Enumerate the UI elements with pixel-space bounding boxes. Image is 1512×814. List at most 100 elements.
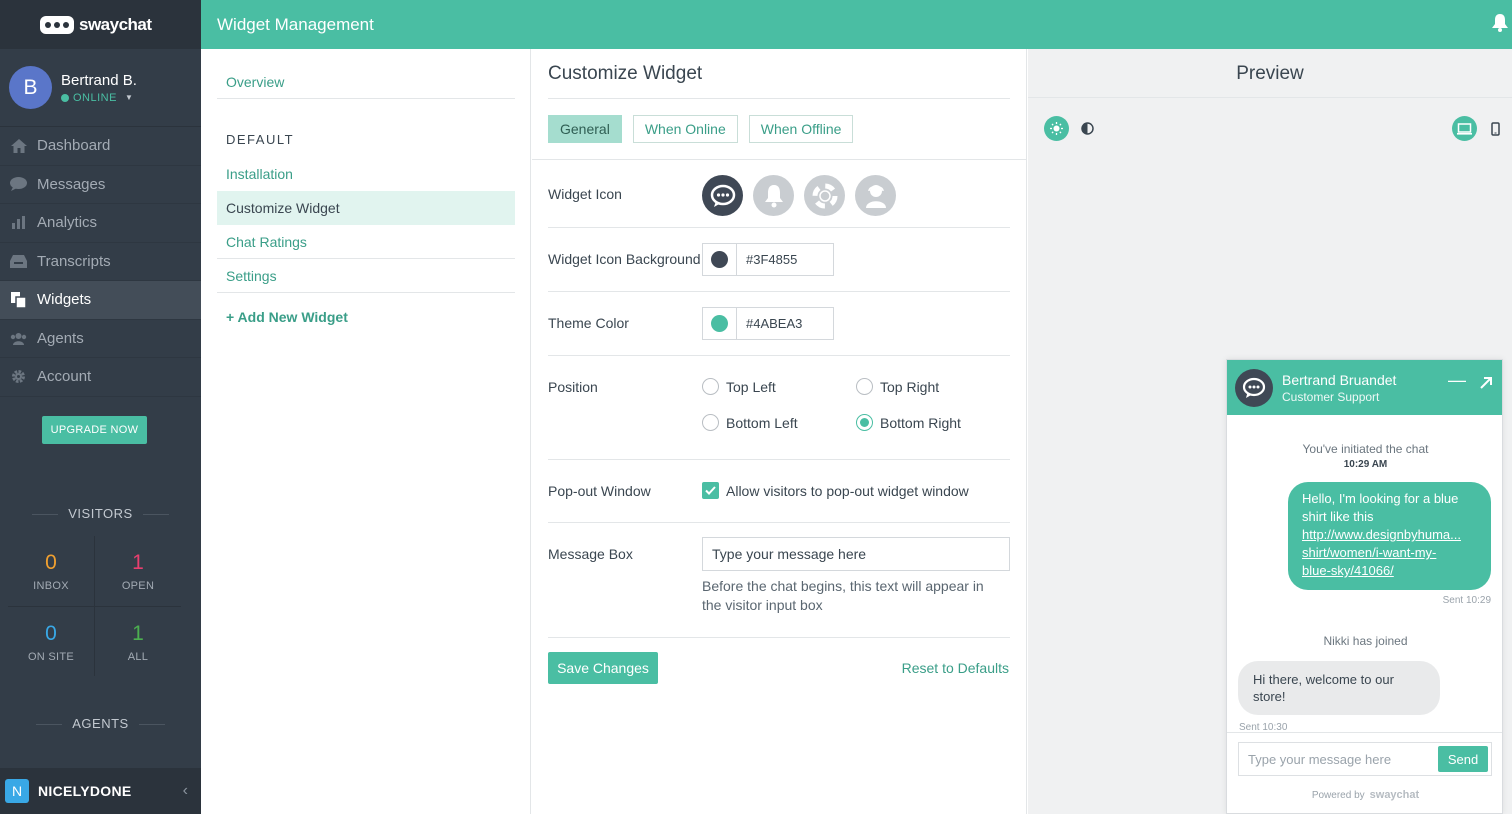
add-new-widget-link[interactable]: + Add New Widget — [217, 300, 515, 333]
divider — [217, 98, 515, 99]
user-name: Bertrand B. — [61, 71, 137, 89]
divider — [548, 291, 1010, 292]
popout-checkbox[interactable]: Allow visitors to pop-out widget window — [702, 482, 969, 499]
user-profile[interactable]: B Bertrand B. ONLINE ▼ — [0, 49, 201, 127]
nav-messages[interactable]: Messages — [0, 166, 201, 204]
bell-icon[interactable] — [1492, 14, 1508, 37]
radio-icon — [856, 378, 873, 395]
widget-nav-customize[interactable]: Customize Widget — [217, 191, 515, 225]
gear-icon — [10, 369, 27, 384]
divider — [548, 637, 1010, 638]
nav-label: Transcripts — [37, 252, 111, 270]
system-time: 10:29 AM — [1343, 459, 1388, 470]
status-label: ONLINE — [73, 91, 117, 104]
popout-label: Pop-out Window — [548, 483, 651, 499]
lifebuoy-icon[interactable] — [804, 175, 845, 216]
color-swatch — [711, 315, 728, 332]
agent-icon[interactable] — [855, 175, 896, 216]
icon-background-color-input[interactable]: #3F4855 — [702, 243, 834, 276]
nav-transcripts[interactable]: Transcripts — [0, 243, 201, 281]
message-link[interactable]: shirt/women/i-want-my- — [1302, 544, 1477, 562]
position-bottom-right[interactable]: Bottom Right — [856, 414, 961, 431]
radio-label: Top Left — [726, 378, 776, 395]
position-top-right[interactable]: Top Right — [856, 378, 939, 395]
status-dropdown[interactable]: ONLINE ▼ — [61, 92, 137, 104]
message-timestamp: Sent 10:29 — [1442, 595, 1491, 606]
stat-on-site[interactable]: 0 ON SITE — [8, 607, 94, 677]
desktop-preview-icon[interactable] — [1452, 116, 1477, 141]
team-switcher[interactable]: N NICELYDONE ‹ — [0, 768, 201, 814]
save-button[interactable]: Save Changes — [548, 652, 658, 684]
nav-agents[interactable]: Agents — [0, 320, 201, 358]
widget-nav-settings[interactable]: Settings — [217, 259, 515, 292]
color-swatch-picker[interactable] — [703, 244, 737, 275]
upgrade-button[interactable]: UPGRADE NOW — [42, 416, 147, 444]
reset-defaults-link[interactable]: Reset to Defaults — [902, 660, 1009, 676]
bell-icon[interactable] — [753, 175, 794, 216]
stat-all[interactable]: 1 ALL — [95, 607, 181, 677]
tab-when-offline[interactable]: When Offline — [748, 115, 854, 143]
widget-icon-label: Widget Icon — [548, 186, 622, 202]
message-link[interactable]: http://www.designbyhuma... — [1302, 526, 1477, 544]
position-bottom-left[interactable]: Bottom Left — [702, 414, 798, 431]
stat-label: OPEN — [121, 580, 155, 592]
divider — [1227, 732, 1502, 733]
message-box-input[interactable] — [702, 537, 1010, 571]
bar-chart-icon — [10, 215, 27, 230]
users-icon — [10, 331, 27, 346]
copy-icon — [10, 291, 27, 308]
form-tabs: General When Online When Offline — [548, 115, 854, 143]
send-button[interactable]: Send — [1438, 746, 1488, 772]
divider — [548, 459, 1010, 460]
logo[interactable]: swaychat — [0, 0, 201, 49]
stat-value: 0 — [45, 622, 57, 645]
position-top-left[interactable]: Top Left — [702, 378, 776, 395]
stat-label: ON SITE — [27, 651, 75, 663]
color-swatch-picker[interactable] — [703, 308, 737, 339]
icon-background-label: Widget Icon Background — [548, 251, 701, 267]
tab-when-online[interactable]: When Online — [632, 115, 738, 143]
collapse-sidebar-icon[interactable]: ‹ — [183, 782, 188, 800]
team-name: NICELYDONE — [38, 783, 132, 799]
nav-label: Agents — [37, 329, 84, 347]
nav-account[interactable]: Account — [0, 358, 201, 397]
form-title: Customize Widget — [548, 63, 703, 84]
widget-nav-overview[interactable]: Overview — [217, 65, 515, 98]
powered-by-logo: swaychat — [1369, 789, 1420, 801]
divider — [548, 98, 1010, 99]
top-bar: Widget Management — [201, 0, 1512, 49]
nav-dashboard[interactable]: Dashboard — [0, 127, 201, 166]
nav-label: Analytics — [37, 214, 98, 232]
popout-arrow-icon[interactable] — [1479, 374, 1493, 395]
main-nav: Dashboard Messages Analytics Transcripts… — [0, 127, 201, 397]
dark-mode-icon[interactable] — [1075, 116, 1100, 141]
mobile-preview-icon[interactable] — [1483, 116, 1508, 141]
stat-inbox[interactable]: 0 INBOX — [8, 536, 94, 606]
chat-agent-name: Bertrand Bruandet — [1282, 371, 1397, 388]
radio-label: Bottom Right — [880, 414, 961, 431]
logo-icon — [40, 15, 74, 34]
theme-color-input[interactable]: #4ABEA3 — [702, 307, 834, 340]
message-link[interactable]: blue-sky/41066/ — [1302, 562, 1477, 580]
tab-general[interactable]: General — [548, 115, 622, 143]
light-mode-icon[interactable] — [1044, 116, 1069, 141]
chat-input[interactable]: Type your message here Send — [1238, 742, 1492, 776]
radio-icon — [702, 378, 719, 395]
preview-panel: Preview Bertrand Bruandet Customer Suppo… — [1028, 49, 1512, 814]
nav-widgets[interactable]: Widgets — [0, 281, 201, 320]
logo-text: swaychat — [79, 14, 152, 34]
nav-analytics[interactable]: Analytics — [0, 204, 201, 243]
message-box-help: Before the chat begins, this text will a… — [702, 578, 984, 613]
online-dot-icon — [61, 93, 69, 102]
message-box-label: Message Box — [548, 546, 633, 562]
radio-checked-icon — [856, 414, 873, 431]
widget-nav-installation[interactable]: Installation — [217, 157, 515, 190]
page-title: Widget Management — [217, 14, 374, 34]
powered-by-text: Powered by — [1311, 789, 1365, 801]
checkmark-icon — [702, 482, 719, 499]
radio-label: Top Right — [880, 378, 940, 395]
minimize-icon[interactable]: — — [1448, 370, 1466, 391]
stat-open[interactable]: 1 OPEN — [95, 536, 181, 606]
widget-nav-chat-ratings[interactable]: Chat Ratings — [217, 225, 515, 258]
chat-bubble-icon[interactable] — [702, 175, 743, 216]
